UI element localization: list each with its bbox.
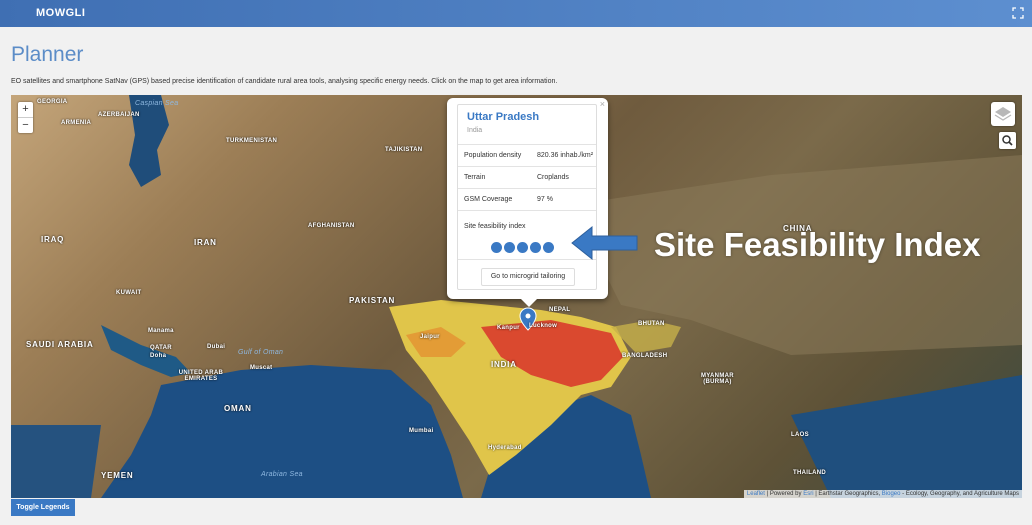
layers-icon xyxy=(994,107,1012,121)
page-subtitle: EO satellites and smartphone SatNav (GPS… xyxy=(11,78,558,85)
map-label-hyderabad: Hyderabad xyxy=(488,445,522,451)
red-sea-shape xyxy=(11,425,101,498)
map-label-doha: Doha xyxy=(150,353,167,359)
map-label-bhutan: BHUTAN xyxy=(638,321,665,327)
south-china-sea-shape xyxy=(791,375,1022,498)
population-row: Population density 820.36 inhab./km² xyxy=(458,144,596,167)
map-label-myanmar: MYANMAR (BURMA) xyxy=(701,373,734,385)
map-label-iran: IRAN xyxy=(194,238,217,247)
map-label-iraq: IRAQ xyxy=(41,235,65,244)
map-label-muscat: Muscat xyxy=(250,365,273,371)
map-label-dubai: Dubai xyxy=(207,344,226,350)
map-label-mumbai: Mumbai xyxy=(409,428,434,434)
feasibility-dot xyxy=(491,242,502,253)
microgrid-tailoring-button[interactable]: Go to microgrid tailoring xyxy=(481,268,575,286)
map-label-bangladesh: BANGLADESH xyxy=(622,353,668,359)
attribution-rest: - Ecology, Geography, and Agriculture Ma… xyxy=(902,491,1019,497)
zoom-in-button[interactable]: + xyxy=(18,102,33,117)
map-label-gulf-oman: Gulf of Oman xyxy=(238,349,284,356)
popup-close-icon[interactable]: × xyxy=(600,99,605,109)
search-icon xyxy=(1002,135,1013,146)
map-label-manama: Manama xyxy=(148,328,174,334)
map-label-saudi: SAUDI ARABIA xyxy=(26,340,94,349)
feasibility-dot xyxy=(543,242,554,253)
popup-region-name: Uttar Pradesh xyxy=(467,111,540,123)
map-label-laos: LAOS xyxy=(791,432,809,438)
feasibility-dot xyxy=(504,242,515,253)
map-label-armenia: ARMENIA xyxy=(61,120,92,126)
popup-country-name: India xyxy=(467,127,483,134)
feasibility-dot xyxy=(530,242,541,253)
map-label-lucknow: Lucknow xyxy=(529,323,558,329)
region-info-card: Uttar Pradesh India Population density 8… xyxy=(457,104,597,290)
terrain-row: Terrain Croplands xyxy=(458,166,596,189)
attribution-earthstar: | Earthstar Geographics, xyxy=(815,491,881,497)
toggle-legends-button[interactable]: Toggle Legends xyxy=(11,499,75,516)
terrain-value: Croplands xyxy=(537,174,569,181)
population-value: 820.36 inhab./km² xyxy=(537,152,594,159)
map-label-nepal: NEPAL xyxy=(549,307,571,313)
map-attribution: Leaflet | Powered by Esri | Earthstar Ge… xyxy=(743,490,1022,498)
layers-button[interactable] xyxy=(991,102,1015,126)
feasibility-dot xyxy=(517,242,528,253)
popup-tip xyxy=(521,299,537,307)
page-title: Planner xyxy=(11,43,84,66)
annotation-arrow-icon xyxy=(571,225,638,261)
zoom-control: + − xyxy=(18,102,33,133)
region-info-popup: × Uttar Pradesh India Population density… xyxy=(447,98,608,307)
zoom-out-button[interactable]: − xyxy=(18,117,33,133)
map-label-kuwait: KUWAIT xyxy=(116,290,142,296)
map-label-tajikistan: TAJIKISTAN xyxy=(385,147,423,153)
gsm-label: GSM Coverage xyxy=(464,196,513,203)
esri-link[interactable]: Esri xyxy=(803,491,813,497)
map-label-pakistan: PAKISTAN xyxy=(349,296,396,305)
map-search-button[interactable] xyxy=(999,132,1016,149)
map-label-georgia: GEORGIA xyxy=(37,99,68,105)
map-label-yemen: YEMEN xyxy=(101,471,134,480)
feasibility-annotation: Site Feasibility Index xyxy=(654,226,981,263)
fullscreen-icon[interactable] xyxy=(1012,7,1024,19)
gsm-row: GSM Coverage 97 % xyxy=(458,188,596,211)
map-label-turkmenistan: TURKMENISTAN xyxy=(226,138,278,144)
biogeo-link[interactable]: Biogeo xyxy=(882,491,901,497)
feasibility-label: Site feasibility index xyxy=(464,223,526,230)
attribution-powered: | Powered by xyxy=(766,491,802,497)
map-label-azerbaijan: AZERBAIJAN xyxy=(98,112,140,118)
leaflet-link[interactable]: Leaflet xyxy=(747,491,765,497)
gsm-value: 97 % xyxy=(537,196,553,203)
caspian-sea-shape xyxy=(129,95,169,187)
terrain-label: Terrain xyxy=(464,174,486,181)
app-brand[interactable]: MOWGLI xyxy=(36,7,85,19)
map-label-arabian-sea: Arabian Sea xyxy=(261,471,303,478)
map-label-caspian: Caspian Sea xyxy=(135,100,179,107)
map-label-oman: OMAN xyxy=(224,404,252,413)
map-label-uae: UNITED ARAB EMIRATES xyxy=(178,370,224,382)
population-label: Population density xyxy=(464,152,522,159)
map-label-kanpur: Kanpur xyxy=(497,325,520,331)
map-label-qatar: QATAR xyxy=(150,345,172,351)
map-label-india: INDIA xyxy=(491,360,517,369)
feasibility-dots xyxy=(491,240,556,258)
map-label-thailand: THAILAND xyxy=(793,470,827,476)
map-label-jaipur: Jaipur xyxy=(420,334,440,340)
map-label-afghanistan: AFGHANISTAN xyxy=(308,223,355,229)
top-bar: MOWGLI xyxy=(0,0,1032,27)
